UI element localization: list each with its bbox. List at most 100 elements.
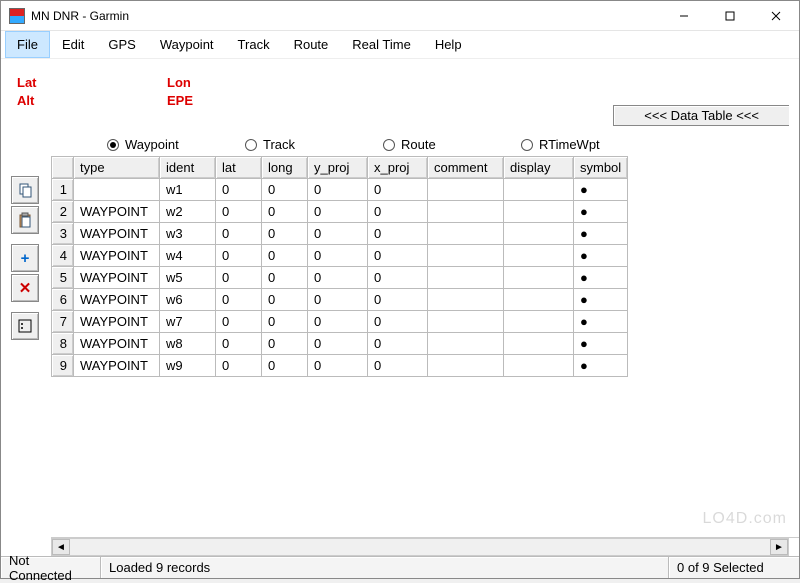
cell-long[interactable]: 0	[262, 333, 308, 355]
cell-type[interactable]: WAYPOINT	[74, 201, 160, 223]
cell-ident[interactable]: w7	[160, 311, 216, 333]
cell-y_proj[interactable]: 0	[308, 179, 368, 201]
scroll-right-button[interactable]: ►	[770, 539, 788, 555]
cell-long[interactable]: 0	[262, 179, 308, 201]
cell-symbol[interactable]: ●	[574, 311, 628, 333]
cell-long[interactable]: 0	[262, 223, 308, 245]
cell-lat[interactable]: 0	[216, 333, 262, 355]
cell-lat[interactable]: 0	[216, 355, 262, 377]
cell-comment[interactable]	[428, 355, 504, 377]
cell-symbol[interactable]: ●	[574, 333, 628, 355]
menu-track[interactable]: Track	[226, 31, 282, 58]
cell-long[interactable]: 0	[262, 267, 308, 289]
add-button[interactable]: +	[11, 244, 39, 272]
radio-track[interactable]: Track	[245, 137, 371, 152]
cell-lat[interactable]: 0	[216, 201, 262, 223]
cell-symbol[interactable]: ●	[574, 355, 628, 377]
table-row[interactable]: 3WAYPOINTw30000●	[52, 223, 628, 245]
cell-x_proj[interactable]: 0	[368, 223, 428, 245]
cell-lat[interactable]: 0	[216, 289, 262, 311]
cell-y_proj[interactable]: 0	[308, 267, 368, 289]
cell-display[interactable]	[504, 289, 574, 311]
row-header[interactable]: 1	[52, 179, 74, 201]
paste-button[interactable]	[11, 206, 39, 234]
cell-x_proj[interactable]: 0	[368, 333, 428, 355]
cell-lat[interactable]: 0	[216, 223, 262, 245]
cell-ident[interactable]: w3	[160, 223, 216, 245]
col-header-symbol[interactable]: symbol	[574, 157, 628, 179]
cell-ident[interactable]: w5	[160, 267, 216, 289]
cell-y_proj[interactable]: 0	[308, 201, 368, 223]
col-header-y_proj[interactable]: y_proj	[308, 157, 368, 179]
cell-ident[interactable]: w8	[160, 333, 216, 355]
cell-y_proj[interactable]: 0	[308, 333, 368, 355]
cell-type[interactable]: WAYPOINT	[74, 333, 160, 355]
cell-type[interactable]: WAYPOINT	[74, 245, 160, 267]
cell-ident[interactable]: w6	[160, 289, 216, 311]
col-header-ident[interactable]: ident	[160, 157, 216, 179]
cell-x_proj[interactable]: 0	[368, 179, 428, 201]
cell-x_proj[interactable]: 0	[368, 245, 428, 267]
horizontal-scrollbar[interactable]: ◄ ►	[51, 538, 789, 556]
table-row[interactable]: 8WAYPOINTw80000●	[52, 333, 628, 355]
col-header-type[interactable]: type	[74, 157, 160, 179]
cell-display[interactable]	[504, 201, 574, 223]
grid-corner[interactable]	[52, 157, 74, 179]
maximize-button[interactable]	[707, 1, 753, 31]
row-header[interactable]: 7	[52, 311, 74, 333]
cell-symbol[interactable]: ●	[574, 223, 628, 245]
cell-comment[interactable]	[428, 179, 504, 201]
cell-type[interactable]: WAYPOINT	[74, 223, 160, 245]
cell-type[interactable]: WAYPOINT	[74, 267, 160, 289]
cell-display[interactable]	[504, 179, 574, 201]
cell-symbol[interactable]: ●	[574, 267, 628, 289]
cell-lat[interactable]: 0	[216, 245, 262, 267]
menu-edit[interactable]: Edit	[50, 31, 96, 58]
cell-long[interactable]: 0	[262, 245, 308, 267]
cell-comment[interactable]	[428, 333, 504, 355]
cell-comment[interactable]	[428, 267, 504, 289]
col-header-lat[interactable]: lat	[216, 157, 262, 179]
cell-display[interactable]	[504, 223, 574, 245]
cell-ident[interactable]: w4	[160, 245, 216, 267]
radio-rtimewpt[interactable]: RTimeWpt	[521, 137, 647, 152]
row-header[interactable]: 3	[52, 223, 74, 245]
table-row[interactable]: 9WAYPOINTw90000●	[52, 355, 628, 377]
copy-button[interactable]	[11, 176, 39, 204]
menu-help[interactable]: Help	[423, 31, 474, 58]
row-header[interactable]: 4	[52, 245, 74, 267]
col-header-long[interactable]: long	[262, 157, 308, 179]
table-row[interactable]: 4WAYPOINTw40000●	[52, 245, 628, 267]
cell-comment[interactable]	[428, 311, 504, 333]
cell-symbol[interactable]: ●	[574, 201, 628, 223]
cell-symbol[interactable]: ●	[574, 179, 628, 201]
cell-type[interactable]: WAYPOINT	[74, 355, 160, 377]
scroll-left-button[interactable]: ◄	[52, 539, 70, 555]
data-grid[interactable]: typeidentlatlongy_projx_projcommentdispl…	[51, 156, 628, 377]
menu-gps[interactable]: GPS	[96, 31, 147, 58]
table-row[interactable]: 6WAYPOINTw60000●	[52, 289, 628, 311]
table-row[interactable]: 7WAYPOINTw70000●	[52, 311, 628, 333]
cell-type[interactable]: WAYPOINT	[74, 179, 160, 201]
radio-route[interactable]: Route	[383, 137, 509, 152]
cell-comment[interactable]	[428, 223, 504, 245]
cell-y_proj[interactable]: 0	[308, 223, 368, 245]
cell-display[interactable]	[504, 333, 574, 355]
cell-long[interactable]: 0	[262, 355, 308, 377]
cell-lat[interactable]: 0	[216, 267, 262, 289]
cell-type[interactable]: WAYPOINT	[74, 311, 160, 333]
menu-real-time[interactable]: Real Time	[340, 31, 423, 58]
cell-x_proj[interactable]: 0	[368, 267, 428, 289]
cell-comment[interactable]	[428, 245, 504, 267]
row-header[interactable]: 9	[52, 355, 74, 377]
menu-route[interactable]: Route	[282, 31, 341, 58]
cell-comment[interactable]	[428, 201, 504, 223]
cell-symbol[interactable]: ●	[574, 289, 628, 311]
cell-ident[interactable]: w2	[160, 201, 216, 223]
col-header-comment[interactable]: comment	[428, 157, 504, 179]
scroll-track[interactable]	[70, 539, 770, 555]
cell-x_proj[interactable]: 0	[368, 289, 428, 311]
data-table-button[interactable]: <<< Data Table <<<	[613, 105, 789, 126]
row-header[interactable]: 2	[52, 201, 74, 223]
menu-file[interactable]: File	[5, 31, 50, 58]
